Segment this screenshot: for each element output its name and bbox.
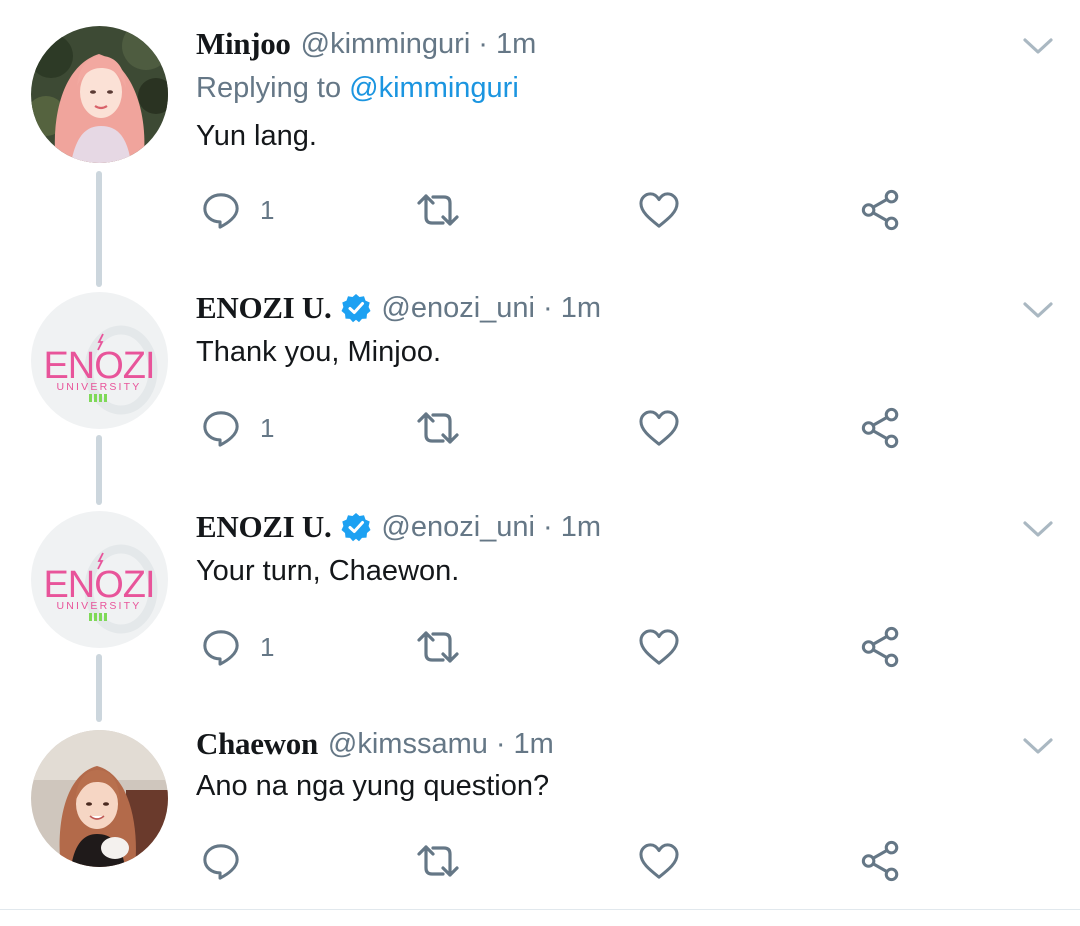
replying-to-label: Replying to [196, 72, 342, 104]
timestamp[interactable]: 1m [561, 292, 601, 325]
share-button[interactable] [860, 839, 902, 883]
chevron-down-icon[interactable] [1022, 736, 1054, 756]
reply-button[interactable] [202, 839, 240, 883]
like-button[interactable] [638, 625, 680, 669]
tweet-text: Your turn, Chaewon. [196, 555, 460, 587]
enozi-subtitle: UNIVERSITY [56, 381, 141, 393]
chevron-down-icon[interactable] [1022, 519, 1054, 539]
timestamp[interactable]: 1m [561, 511, 601, 544]
separator-dot: · [495, 727, 506, 760]
thread-line [96, 435, 102, 505]
tweet-text: Yun lang. [196, 120, 317, 152]
tweet-enozi-1[interactable]: ENOZI UNIVERSITY ENOZI U. @enozi_uni · 1… [0, 286, 1080, 506]
share-icon [860, 840, 902, 882]
reply-button[interactable]: 1 [202, 406, 274, 450]
reply-icon [202, 409, 240, 447]
heart-icon [638, 409, 680, 447]
reply-button[interactable]: 1 [202, 188, 274, 232]
chevron-down-icon[interactable] [1022, 36, 1054, 56]
separator-dot: · [478, 27, 488, 60]
username[interactable]: @enozi_uni [381, 511, 535, 544]
retweet-button[interactable] [414, 839, 462, 883]
replying-to-mention[interactable]: @kimminguri [349, 72, 519, 104]
heart-icon [638, 628, 680, 666]
avatar-enozi[interactable]: ENOZI UNIVERSITY [31, 511, 168, 648]
divider [0, 909, 1080, 910]
verified-badge-icon [341, 512, 371, 542]
share-icon [860, 189, 902, 231]
tweet-minjoo[interactable]: Minjoo @kimminguri · 1m Replying to @kim… [0, 22, 1080, 287]
retweet-icon [414, 841, 462, 881]
share-button[interactable] [860, 625, 902, 669]
retweet-icon [414, 627, 462, 667]
share-button[interactable] [860, 406, 902, 450]
replying-to: Replying to @kimminguri [196, 72, 519, 105]
thread-line [96, 654, 102, 722]
timestamp[interactable]: 1m [514, 728, 554, 761]
heart-icon [638, 842, 680, 880]
tweet-actions [196, 839, 916, 883]
avatar-minjoo[interactable] [31, 26, 168, 163]
retweet-icon [414, 190, 462, 230]
thread-line [96, 171, 102, 287]
reply-count: 1 [260, 194, 275, 225]
share-button[interactable] [860, 188, 902, 232]
username[interactable]: @enozi_uni [381, 292, 535, 325]
chevron-down-icon[interactable] [1022, 300, 1054, 320]
reply-button[interactable]: 1 [202, 625, 274, 669]
display-name[interactable]: ENOZI U. [196, 509, 332, 545]
tweet-actions: 1 [196, 406, 916, 450]
display-name[interactable]: Minjoo [196, 26, 291, 62]
heart-icon [638, 191, 680, 229]
like-button[interactable] [638, 839, 680, 883]
tweet-actions: 1 [196, 188, 916, 232]
tweet-actions: 1 [196, 625, 916, 669]
separator-dot: · [543, 291, 553, 324]
like-button[interactable] [638, 188, 680, 232]
tweet-header: Minjoo @kimminguri · 1m [196, 22, 536, 66]
display-name[interactable]: ENOZI U. [196, 290, 332, 326]
reply-count: 1 [260, 412, 275, 443]
tweet-header: Chaewon @kimssamu · 1m [196, 722, 554, 766]
like-button[interactable] [638, 406, 680, 450]
verified-badge-icon [341, 293, 371, 323]
retweet-icon [414, 408, 462, 448]
username[interactable]: @kimssamu [328, 728, 488, 761]
avatar-enozi[interactable]: ENOZI UNIVERSITY [31, 292, 168, 429]
tweet-header: ENOZI U. @enozi_uni · 1m [196, 505, 601, 549]
tweet-chaewon[interactable]: Chaewon @kimssamu · 1m Ano na nga yung q… [0, 722, 1080, 909]
display-name[interactable]: Chaewon [196, 726, 318, 762]
reply-icon [202, 191, 240, 229]
tweet-enozi-2[interactable]: ENOZI UNIVERSITY ENOZI U. @enozi_uni · 1… [0, 505, 1080, 725]
tweet-text: Thank you, Minjoo. [196, 336, 442, 368]
share-icon [860, 407, 902, 449]
reply-icon [202, 628, 240, 666]
retweet-button[interactable] [414, 188, 462, 232]
reply-count: 1 [260, 631, 275, 662]
share-icon [860, 626, 902, 668]
username[interactable]: @kimminguri [301, 28, 471, 61]
enozi-subtitle: UNIVERSITY [56, 600, 141, 612]
tweet-header: ENOZI U. @enozi_uni · 1m [196, 286, 601, 330]
reply-icon [202, 842, 240, 880]
timestamp[interactable]: 1m [496, 28, 536, 61]
retweet-button[interactable] [414, 625, 462, 669]
retweet-button[interactable] [414, 406, 462, 450]
tweet-text: Ano na nga yung question? [196, 770, 550, 802]
avatar-chaewon[interactable] [31, 730, 168, 867]
separator-dot: · [543, 510, 553, 543]
